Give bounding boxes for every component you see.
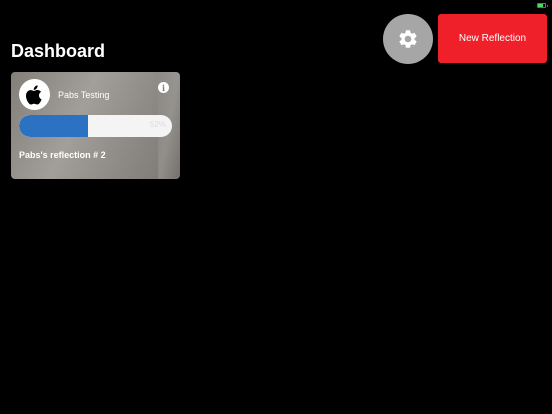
battery-icon [537,3,548,8]
new-reflection-button[interactable]: New Reflection [438,14,547,63]
gear-icon [399,30,417,48]
group-name: Pabs Testing [58,90,110,100]
info-icon: i [161,82,166,93]
reflection-title: Pabs's reflection # 2 [19,150,106,160]
avatar [19,79,50,110]
info-button[interactable]: i [158,82,169,93]
progress-fill [19,115,88,137]
progress-label: 52% [149,120,166,129]
settings-button[interactable] [383,14,433,64]
page-title: Dashboard [11,41,106,61]
apple-logo-icon [25,84,42,104]
battery-level-fill [538,4,543,7]
progress-bar: 52% [19,115,172,137]
reflection-card[interactable]: Pabs Testing i 52% Pabs's reflection # 2 [11,72,180,179]
